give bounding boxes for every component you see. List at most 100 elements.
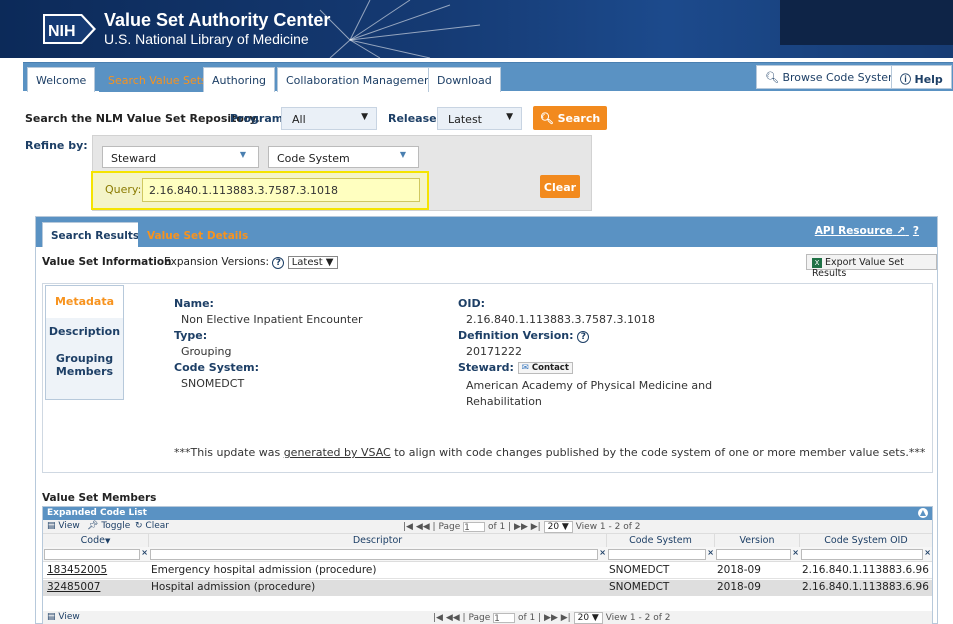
tab-metadata[interactable]: Metadata (46, 286, 123, 318)
tab-welcome[interactable]: Welcome (27, 67, 96, 92)
panel-tabs: Search Results Value Set Details API Res… (36, 217, 937, 247)
note-prefix: ***This update was (174, 446, 284, 459)
rows-value: 20 (547, 522, 560, 532)
tab-download[interactable]: Download (428, 67, 501, 92)
prev-page-icon[interactable]: ◀◀ (416, 522, 430, 532)
toggle-label: Toggle (101, 521, 131, 531)
filter-descriptor: × (149, 547, 607, 562)
column-header-version[interactable]: Version (715, 534, 800, 547)
query-field-group: Query: 2.16.840.1.113883.3.7587.3.1018 (91, 171, 429, 210)
search-button-label: Search (557, 112, 601, 125)
tab-collaboration-management[interactable]: Collaboration Management (277, 67, 445, 92)
next-page-icon[interactable]: ▶▶ (544, 613, 558, 623)
code-system-cell: SNOMEDCT (609, 581, 670, 593)
mail-icon: ✉ (521, 363, 529, 373)
page-input[interactable]: 1 (463, 521, 486, 533)
column-header-code[interactable]: Code▼ (43, 534, 149, 547)
tab-search-results[interactable]: Search Results (42, 222, 149, 247)
help-button[interactable]: ⓘ Help (891, 65, 952, 89)
browse-code-systems-button[interactable]: 🔍︎ Browse Code Systems (756, 65, 914, 89)
help-label: Help (914, 73, 943, 86)
program-select[interactable]: All ▼ (281, 107, 377, 130)
clear-label: Clear (145, 521, 169, 531)
tab-authoring[interactable]: Authoring (203, 67, 276, 92)
tab-value-set-details[interactable]: Value Set Details (138, 222, 258, 247)
export-label: Export Value Set Results (812, 257, 904, 279)
nih-logo[interactable]: NIH (42, 12, 98, 46)
expansion-select[interactable]: Latest ▼ (287, 256, 338, 269)
view-button-bottom[interactable]: ▤ View (47, 612, 80, 622)
caret-down-icon: ▼ (399, 150, 406, 159)
site-title: Value Set Authority Center (104, 10, 331, 30)
code-cell[interactable]: 32485007 (45, 581, 100, 593)
grid-toolbar: ▤ View 📌︎ Toggle ↻ Clear |◀ ◀◀ | Page 1 … (43, 520, 932, 534)
filter-version: × (715, 547, 800, 562)
clear-filter-icon[interactable]: × (792, 548, 799, 557)
help-icon[interactable]: ? (272, 257, 285, 269)
steward-name-line1: American Academy of Physical Medicine an… (466, 379, 713, 392)
grouping-label: Grouping (55, 352, 114, 365)
release-select[interactable]: Latest ▼ (437, 107, 522, 130)
table-row[interactable]: 183452005 Emergency hospital admission (… (43, 563, 932, 579)
generated-by-vsac-link[interactable]: generated by VSAC (284, 446, 391, 459)
view-button[interactable]: ▤ View (47, 521, 80, 531)
query-label: Query: (105, 183, 142, 196)
filter-oid-input[interactable] (801, 549, 923, 560)
oid-cell: 2.16.840.1.113883.6.96 (802, 564, 929, 576)
banner-dark-block (780, 0, 953, 45)
search-button[interactable]: 🔍︎ Search (533, 106, 607, 130)
name-value: Non Elective Inpatient Encounter (181, 313, 363, 326)
toggle-button[interactable]: 📌︎ Toggle (87, 521, 130, 531)
tab-grouping-members[interactable]: Grouping Members (46, 346, 123, 386)
help-icon[interactable]: ? (913, 225, 919, 237)
program-label: Program: (230, 112, 288, 125)
page-of: of 1 (488, 522, 506, 532)
next-page-icon[interactable]: ▶▶ (514, 522, 528, 532)
clear-filter-icon[interactable]: × (141, 548, 148, 557)
last-page-icon[interactable]: ▶| (561, 613, 571, 623)
pin-icon: 📌︎ (87, 521, 99, 531)
table-row[interactable]: 32485007 Hospital admission (procedure) … (43, 580, 932, 596)
browse-label: Browse Code Systems (782, 71, 905, 84)
clear-filter-icon[interactable]: × (599, 548, 606, 557)
rows-per-page-select[interactable]: 20 ▼ (543, 521, 573, 533)
export-value-set-results-button[interactable]: X Export Value Set Results (806, 254, 937, 279)
column-header-code-system-oid[interactable]: Code System OID (800, 534, 932, 547)
last-page-icon[interactable]: ▶| (531, 522, 541, 532)
api-resource-label: API Resource (814, 225, 893, 237)
clear-filter-button[interactable]: ↻ Clear (135, 521, 169, 531)
code-header: Code (80, 535, 105, 546)
definition-version-text: Definition Version: (458, 329, 574, 342)
clear-button[interactable]: Clear (540, 175, 580, 198)
api-resource-link[interactable]: API Resource ↗ ? (815, 225, 919, 237)
tab-search-value-sets[interactable]: Search Value Sets (99, 67, 216, 92)
filter-descriptor-input[interactable] (150, 549, 598, 560)
code-system-select[interactable]: Code System ▼ (268, 146, 419, 168)
clear-filter-icon[interactable]: × (924, 548, 931, 557)
filter-code-input[interactable] (44, 549, 140, 560)
page-of: of 1 (518, 613, 536, 623)
filter-code-system-input[interactable] (608, 549, 706, 560)
members-label: Members (55, 365, 114, 378)
release-label: Release: (388, 112, 441, 125)
main-nav: Welcome Search Value Sets Authoring Coll… (23, 62, 953, 92)
query-input[interactable]: 2.16.840.1.113883.3.7587.3.1018 (142, 178, 420, 202)
first-page-icon[interactable]: |◀ (433, 613, 443, 623)
steward-value: Steward (111, 152, 157, 165)
clear-filter-icon[interactable]: × (707, 548, 714, 557)
view-label: View (58, 612, 80, 622)
column-header-code-system[interactable]: Code System (607, 534, 715, 547)
rows-per-page-select[interactable]: 20 ▼ (573, 612, 603, 624)
collapse-icon[interactable]: ▲ (918, 508, 928, 518)
grid-footer: ▤ View |◀ ◀◀ | Page 1 of 1 | ▶▶ ▶| 20 ▼ … (43, 611, 932, 624)
tab-description[interactable]: Description (46, 320, 123, 344)
page-input[interactable]: 1 (493, 612, 516, 624)
contact-button[interactable]: ✉ Contact (517, 362, 573, 374)
steward-select[interactable]: Steward ▼ (102, 146, 259, 168)
column-header-descriptor[interactable]: Descriptor (149, 534, 607, 547)
first-page-icon[interactable]: |◀ (403, 522, 413, 532)
code-cell[interactable]: 183452005 (45, 564, 107, 576)
prev-page-icon[interactable]: ◀◀ (446, 613, 460, 623)
filter-version-input[interactable] (716, 549, 791, 560)
help-icon[interactable]: ? (577, 331, 590, 343)
